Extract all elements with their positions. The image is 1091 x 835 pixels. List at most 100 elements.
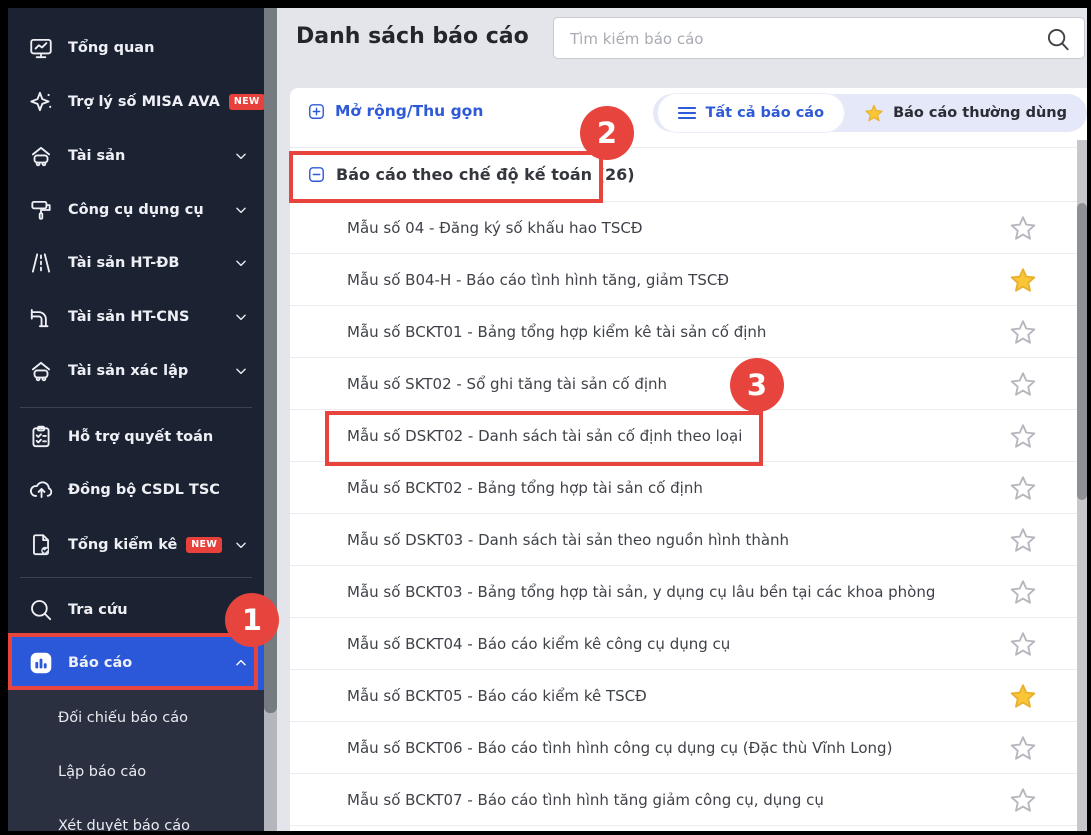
report-group-title: Báo cáo theo chế độ kế toán (26): [336, 165, 635, 184]
star-icon[interactable]: [1009, 786, 1037, 814]
chevron-down-icon: [234, 364, 248, 378]
cloud-sync-icon: [28, 477, 54, 503]
sidebar-submenu: Đối chiếu báo cáo Lập báo cáo Xét duyệt …: [8, 690, 264, 831]
report-label: Mẫu số BCKT02 - Bảng tổng hợp tài sản cố…: [347, 479, 703, 497]
new-badge: NEW: [229, 94, 265, 109]
report-row[interactable]: Mẫu số BCKT01 - Bảng tổng hợp kiểm kê tà…: [290, 306, 1087, 358]
sidebar-item-tai-san[interactable]: Tài sản: [8, 129, 264, 183]
sidebar-item-tai-san-ht-db[interactable]: Tài sản HT-ĐB: [8, 236, 264, 290]
tab-favorite-reports[interactable]: Báo cáo thường dùng: [844, 94, 1087, 132]
report-row[interactable]: Mẫu số DSKT03 - Danh sách tài sản theo n…: [290, 514, 1087, 566]
report-label: Mẫu số BCKT06 - Báo cáo tình hình công c…: [347, 739, 892, 757]
sidebar-item-misa-ava[interactable]: Trợ lý số MISA AVA NEW: [8, 75, 264, 129]
sidebar-item-cong-cu-dung-cu[interactable]: Công cụ dụng cụ: [8, 183, 264, 237]
sidebar-subitem-lap-bao-cao[interactable]: Lập báo cáo: [8, 745, 264, 799]
expand-collapse-link[interactable]: Mở rộng/Thu gọn: [308, 102, 483, 120]
report-row[interactable]: Mẫu số BCKT07 - Báo cáo tình hình tăng g…: [290, 774, 1087, 826]
report-row[interactable]: Mẫu số 04 - Đăng ký số khấu hao TSCĐ: [290, 202, 1087, 254]
minus-square-icon: [308, 166, 325, 183]
star-icon[interactable]: [1009, 318, 1037, 346]
report-row[interactable]: Mẫu số BCKT02 - Bảng tổng hợp tài sản cố…: [290, 462, 1087, 514]
report-group-header[interactable]: Báo cáo theo chế độ kế toán (26): [290, 148, 1087, 202]
sidebar-item-dong-bo-csdl[interactable]: Đồng bộ CSDL TSC: [8, 463, 264, 517]
tab-label: Tất cả báo cáo: [705, 105, 824, 121]
chevron-down-icon: [234, 256, 248, 270]
plus-square-icon: [308, 103, 325, 120]
report-row[interactable]: Mẫu số BCKT04 - Báo cáo kiểm kê công cụ …: [290, 618, 1087, 670]
new-badge: NEW: [186, 537, 222, 552]
report-label: Mẫu số BCKT04 - Báo cáo kiểm kê công cụ …: [347, 635, 730, 653]
overview-icon: [28, 35, 54, 61]
sidebar-item-label: Tổng quan: [68, 40, 154, 56]
sidebar-item-ho-tro-quyet-toan[interactable]: Hỗ trợ quyết toán: [8, 410, 264, 464]
report-label: Mẫu số 04 - Đăng ký số khấu hao TSCĐ: [347, 219, 642, 237]
sidebar-scrollbar[interactable]: [264, 8, 277, 831]
star-icon[interactable]: [1009, 474, 1037, 502]
sidebar-item-label: Công cụ dụng cụ: [68, 202, 204, 218]
sidebar-scrollbar-thumb[interactable]: [264, 8, 277, 713]
main-scrollbar-thumb[interactable]: [1077, 203, 1087, 500]
report-row[interactable]: Mẫu số B04-H - Báo cáo tình hình tăng, g…: [290, 254, 1087, 306]
sidebar-divider: [20, 407, 252, 408]
doc-check-icon: [28, 532, 54, 558]
sidebar-item-tong-kiem-ke[interactable]: Tổng kiểm kê NEW: [8, 518, 264, 572]
sidebar-item-label: Tài sản: [68, 148, 125, 164]
star-icon[interactable]: [1009, 578, 1037, 606]
sidebar-item-tong-quan[interactable]: Tổng quan: [8, 21, 264, 75]
star-icon[interactable]: [1009, 734, 1037, 762]
report-label: Mẫu số DSKT02 - Danh sách tài sản cố địn…: [347, 427, 742, 445]
asset-car-icon: [28, 358, 54, 384]
main-scrollbar[interactable]: [1077, 140, 1087, 831]
star-icon[interactable]: [1009, 214, 1037, 242]
report-row[interactable]: Mẫu số BCKT03 - Bảng tổng hợp tài sản, y…: [290, 566, 1087, 618]
sidebar-item-tai-san-ht-cns[interactable]: Tài sản HT-CNS: [8, 290, 264, 344]
report-panel: Mở rộng/Thu gọn Tất cả báo cáo Báo cáo t…: [290, 88, 1087, 831]
clipboard-check-icon: [28, 424, 54, 450]
search-input[interactable]: [568, 18, 1042, 60]
expand-collapse-label: Mở rộng/Thu gọn: [335, 102, 483, 120]
sidebar-subitem-label: Xét duyệt báo cáo: [58, 818, 190, 831]
report-toolbar: Mở rộng/Thu gọn Tất cả báo cáo Báo cáo t…: [290, 88, 1087, 148]
star-icon[interactable]: [1009, 266, 1037, 294]
report-label: Mẫu số BCKT07 - Báo cáo tình hình tăng g…: [347, 791, 824, 809]
paint-roller-icon: [28, 197, 54, 223]
pipe-icon: [28, 304, 54, 330]
sidebar-subitem-xet-duyet-bao-cao[interactable]: Xét duyệt báo cáo: [8, 799, 264, 831]
sidebar-subitem-label: Lập báo cáo: [58, 764, 146, 780]
tab-all-reports[interactable]: Tất cả báo cáo: [658, 94, 844, 132]
list-lines-icon: [678, 106, 696, 120]
sidebar-item-bao-cao[interactable]: Báo cáo: [8, 636, 264, 690]
sidebar-item-label: Tra cứu: [68, 602, 128, 618]
app-window: Tổng quan Trợ lý số MISA AVA NEW Tài sản…: [8, 8, 1087, 831]
report-label: Mẫu số B04-H - Báo cáo tình hình tăng, g…: [347, 271, 729, 289]
star-icon: [864, 103, 884, 123]
sidebar-divider: [20, 577, 252, 578]
star-icon[interactable]: [1009, 630, 1037, 658]
report-label: Mẫu số BCKT01 - Bảng tổng hợp kiểm kê tà…: [347, 323, 766, 341]
sidebar-item-tra-cuu[interactable]: Tra cứu: [8, 583, 264, 637]
report-row[interactable]: Mẫu số BCKT06 - Báo cáo tình hình công c…: [290, 722, 1087, 774]
sparkle-icon: [28, 89, 54, 115]
sidebar-item-label: Trợ lý số MISA AVA: [68, 94, 220, 110]
asset-car-icon: [28, 143, 54, 169]
report-row[interactable]: Mẫu số SKT02 - Sổ ghi tăng tài sản cố đị…: [290, 358, 1087, 410]
report-row[interactable]: Mẫu số DSKT02 - Danh sách tài sản cố địn…: [290, 410, 1087, 462]
tab-label: Báo cáo thường dùng: [893, 105, 1067, 121]
star-icon[interactable]: [1009, 682, 1037, 710]
report-filter-tabs: Tất cả báo cáo Báo cáo thường dùng: [653, 94, 1087, 132]
report-row[interactable]: Mẫu số BCKT05 - Báo cáo kiểm kê TSCĐ: [290, 670, 1087, 722]
sidebar-item-label: Tài sản xác lập: [68, 363, 188, 379]
star-icon[interactable]: [1009, 422, 1037, 450]
sidebar-item-label: Tài sản HT-CNS: [68, 309, 189, 325]
star-icon[interactable]: [1009, 370, 1037, 398]
chevron-down-icon: [234, 149, 248, 163]
report-label: Mẫu số SKT02 - Sổ ghi tăng tài sản cố đị…: [347, 375, 667, 393]
sidebar-item-label: Tổng kiểm kê: [68, 537, 177, 553]
chevron-up-icon: [234, 656, 248, 670]
sidebar-item-label: Báo cáo: [68, 655, 132, 671]
star-icon[interactable]: [1009, 526, 1037, 554]
sidebar-subitem-label: Đối chiếu báo cáo: [58, 710, 188, 726]
sidebar-subitem-doi-chieu-bao-cao[interactable]: Đối chiếu báo cáo: [8, 691, 264, 745]
sidebar-item-tai-san-xac-lap[interactable]: Tài sản xác lập: [8, 344, 264, 398]
sidebar: Tổng quan Trợ lý số MISA AVA NEW Tài sản…: [8, 8, 264, 831]
